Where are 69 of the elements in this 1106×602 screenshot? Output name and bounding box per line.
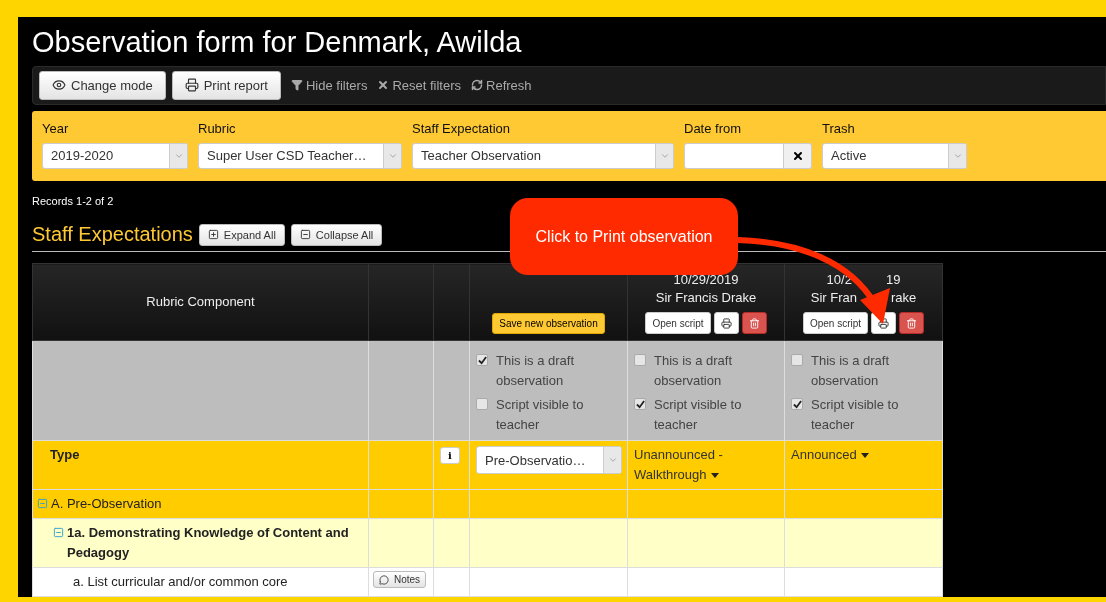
eye-icon [52,78,66,93]
print-report-button[interactable]: Print report [171,70,281,100]
delete-button[interactable] [741,312,767,334]
checkbox-label: Script visible to teacher [496,396,585,434]
caret-icon [860,453,869,459]
checkbox-label: This is a draft observation [496,352,576,390]
refresh-icon [471,79,484,92]
trash-icon [906,317,918,329]
comment-icon [379,574,389,585]
row-label: 1a. Demonstrating Knowledge of Content and Pedagogy [67,524,350,562]
printer-icon [720,317,732,329]
collapse-all-button[interactable]: Collapse All [290,223,383,246]
minus-square-icon [299,229,311,240]
filter-label: Trash [822,120,856,136]
checkbox-label: Script visible to teacher [811,396,900,434]
filter-label: Staff Expectation [412,120,512,136]
checkbox[interactable] [791,354,803,366]
column-header: Rubric Component [145,293,256,311]
checkbox[interactable] [476,398,488,410]
type-select[interactable]: Pre-Observatio… [476,446,622,474]
checkbox-label: This is a draft observation [811,352,891,390]
trash-icon [748,317,760,329]
observer-name: rake [890,289,917,307]
observation-date: 19 [885,271,901,289]
checkbox[interactable] [634,354,646,366]
caret-icon [710,473,719,479]
open-script-button[interactable]: Open script [645,312,711,334]
records-count: Records 1-2 of 2 [32,195,115,207]
filter-label: Year [42,120,70,136]
delete-button[interactable] [899,312,925,334]
select-field[interactable]: Active [822,142,967,169]
date-field[interactable] [684,142,784,169]
close-icon [377,79,390,92]
filter-link[interactable]: Hide filters [291,77,368,93]
checkbox[interactable] [476,354,488,366]
callout-bubble: Click to Print observation [510,198,738,275]
select-field[interactable]: Super User CSD Teacher… [198,142,402,169]
row-label: A. Pre-Observation [51,495,162,513]
checkbox-label: This is a draft observation [654,352,734,390]
info-button[interactable]: i [440,447,460,464]
checkbox[interactable] [634,398,646,410]
observer-name: Sir Francis Drake [655,289,757,307]
filter-label: Date from [684,120,743,136]
filter-label: Rubric [198,120,237,136]
collapse-icon[interactable] [53,527,64,538]
plus-square-icon [207,229,219,240]
select-field[interactable]: 2019-2020 [42,142,188,169]
select-field[interactable]: Teacher Observation [412,142,674,169]
print-button[interactable] [713,312,739,334]
row-label: Type [50,447,80,462]
open-script-button[interactable]: Open script [802,312,869,334]
page-title: Observation form for Denmark, Awilda [32,25,523,59]
observer-name: Sir Fran [810,289,857,307]
checkbox-label: Script visible to teacher [654,396,743,434]
row-label: a. List curricular and/or common core [73,573,288,591]
close-icon [791,149,804,162]
expand-all-button[interactable]: Expand All [198,223,285,246]
reset-link[interactable]: Reset filters [377,77,462,93]
refresh-link[interactable]: Refresh [471,77,532,93]
chevron-down-icon [607,455,618,465]
notes-button[interactable]: Notes [373,571,427,588]
change-mode-button[interactable]: Change mode [39,70,166,100]
printer-icon [184,78,199,93]
printer-icon [878,317,890,329]
section-title: Staff Expectations [32,223,193,246]
filter-icon [291,79,303,92]
checkbox[interactable] [791,398,803,410]
clear-button[interactable] [784,142,812,169]
save-observation-button[interactable]: Save new observation [492,313,605,334]
